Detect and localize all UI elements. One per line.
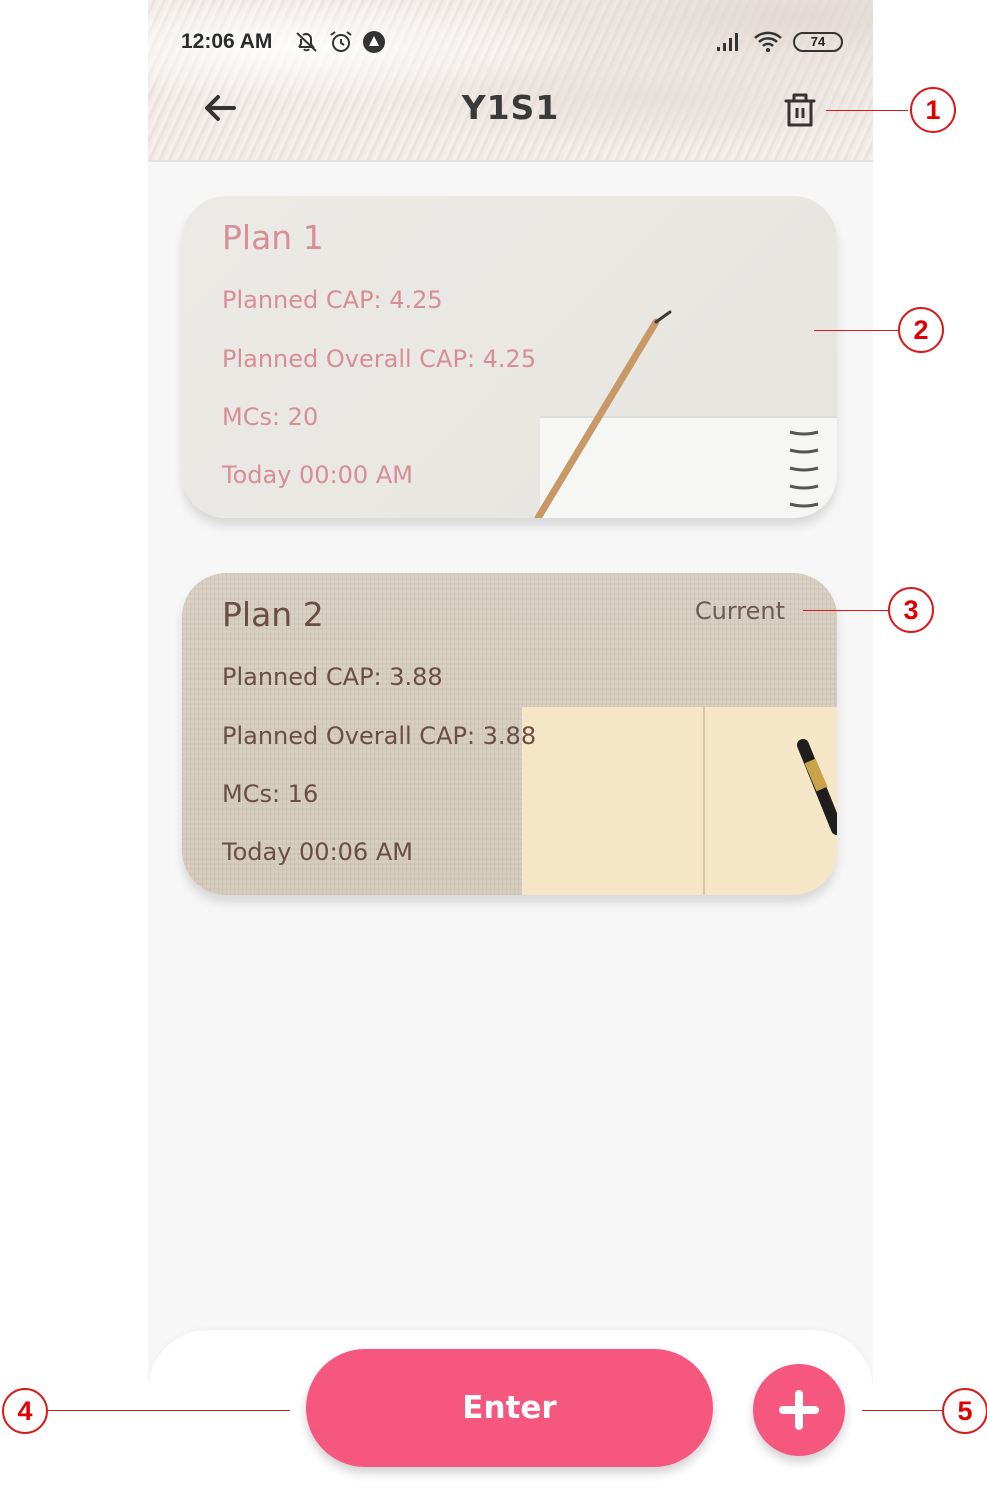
callout-2: 2 [898, 307, 944, 353]
wifi-icon [754, 31, 782, 52]
callout-5: 5 [942, 1388, 987, 1434]
plan-card-1[interactable]: Plan 1 Planned CAP: 4.25 Planned Overall… [182, 196, 837, 518]
status-bar: 12:06 AM 74 [148, 22, 873, 62]
callout-4: 4 [2, 1388, 48, 1434]
add-plan-button[interactable] [753, 1364, 845, 1456]
callout-1: 1 [910, 87, 956, 133]
plan-title: Plan 1 [222, 218, 324, 257]
signal-icon [717, 33, 738, 51]
callout-line-2 [814, 330, 898, 331]
mute-icon [296, 32, 317, 52]
app-header: 12:06 AM 74 Y1S1 [148, 0, 873, 162]
status-time: 12:06 AM [181, 30, 273, 53]
planned-cap: Planned CAP: 3.88 [222, 663, 443, 691]
page-title: Y1S1 [461, 88, 560, 127]
alarm-icon [330, 31, 352, 52]
page: 12:06 AM 74 Y1S1 Plan 1 Planned CAP: 4.2… [0, 0, 987, 1488]
mcs: MCs: 16 [222, 780, 319, 808]
planned-overall-cap: Planned Overall CAP: 4.25 [222, 345, 537, 373]
plan-title: Plan 2 [222, 595, 324, 634]
timestamp: Today 00:00 AM [222, 461, 413, 489]
plan-card-2[interactable]: Plan 2 Current Planned CAP: 3.88 Planned… [182, 573, 837, 895]
callout-line-4 [48, 1410, 290, 1411]
callout-line-3 [803, 610, 888, 611]
current-badge: Current [694, 597, 785, 625]
status-icons-right: 74 [715, 30, 843, 54]
mcs: MCs: 20 [222, 403, 319, 431]
timestamp: Today 00:06 AM [222, 838, 413, 866]
planned-cap: Planned CAP: 4.25 [222, 286, 443, 314]
status-icons-left [294, 30, 386, 54]
callout-3: 3 [888, 587, 934, 633]
callout-line-1 [826, 110, 908, 111]
phone-screen: 12:06 AM 74 Y1S1 Plan 1 Planned CAP: 4.2… [148, 0, 873, 1488]
plus-icon [779, 1390, 819, 1430]
delete-button[interactable] [782, 90, 818, 130]
battery-icon: 74 [793, 32, 843, 52]
callout-line-5 [862, 1410, 942, 1411]
app-notification-icon [363, 31, 385, 53]
enter-button[interactable]: Enter [306, 1349, 713, 1467]
planned-overall-cap: Planned Overall CAP: 3.88 [222, 722, 537, 750]
